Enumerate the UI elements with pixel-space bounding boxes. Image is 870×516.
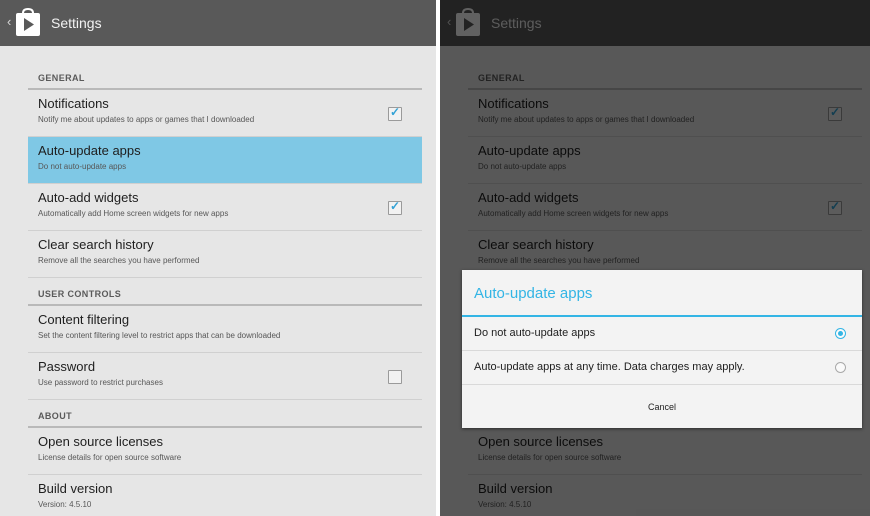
setting-summary: License details for open source software: [38, 453, 182, 462]
setting-summary: Do not auto-update apps: [38, 162, 127, 171]
section-header-about: ABOUT: [28, 400, 422, 428]
auto-update-dialog: Auto-update apps Do not auto-update apps…: [462, 270, 862, 428]
chevron-left-icon[interactable]: ‹: [7, 15, 11, 29]
cancel-button[interactable]: Cancel: [462, 388, 862, 428]
option-label: Auto-update apps at any time. Data charg…: [474, 361, 745, 373]
play-store-icon[interactable]: [14, 8, 42, 37]
radio-button-selected[interactable]: [835, 328, 846, 339]
setting-summary: Notify me about updates to apps or games…: [38, 115, 255, 124]
password-checkbox[interactable]: [388, 370, 402, 384]
setting-title: Content filtering: [38, 312, 130, 327]
dialog-title: Auto-update apps: [462, 270, 862, 317]
action-bar: ‹ Settings: [0, 0, 436, 46]
setting-summary: Automatically add Home screen widgets fo…: [38, 209, 229, 218]
setting-title: Build version: [38, 481, 113, 496]
setting-title: Auto-add widgets: [38, 190, 139, 205]
setting-auto-add-widgets[interactable]: Auto-add widgets Automatically add Home …: [28, 184, 422, 231]
radio-dot-icon: [838, 331, 843, 336]
setting-summary: Remove all the searches you have perform…: [38, 256, 200, 265]
setting-clear-search-history[interactable]: Clear search history Remove all the sear…: [28, 231, 422, 278]
setting-open-source-licenses[interactable]: Open source licenses License details for…: [28, 428, 422, 475]
setting-title: Open source licenses: [38, 434, 164, 449]
dialog-scrim[interactable]: [440, 0, 870, 516]
setting-notifications[interactable]: Notifications Notify me about updates to…: [28, 90, 422, 137]
settings-screen-left: ‹ Settings GENERAL Notifications Notify …: [0, 0, 436, 516]
setting-title: Auto-update apps: [38, 143, 141, 158]
setting-password[interactable]: Password Use password to restrict purcha…: [28, 353, 422, 400]
setting-summary: Set the content filtering level to restr…: [38, 331, 281, 340]
section-header-general: GENERAL: [28, 62, 422, 90]
setting-auto-update-apps[interactable]: Auto-update apps Do not auto-update apps: [28, 137, 422, 184]
setting-summary: Use password to restrict purchases: [38, 378, 163, 387]
checkmark-icon: ✓: [390, 105, 401, 119]
setting-summary: Version: 4.5.10: [38, 500, 92, 509]
dialog-option-do-not-auto-update[interactable]: Do not auto-update apps: [462, 317, 862, 351]
setting-title: Notifications: [38, 96, 109, 111]
auto-add-widgets-checkbox[interactable]: ✓: [388, 199, 402, 215]
checkmark-icon: ✓: [390, 199, 401, 213]
dialog-option-auto-update-any-time[interactable]: Auto-update apps at any time. Data charg…: [462, 351, 862, 385]
page-title: Settings: [51, 15, 102, 31]
settings-list: GENERAL Notifications Notify me about up…: [28, 62, 422, 516]
notifications-checkbox[interactable]: ✓: [388, 105, 402, 121]
settings-screen-right: ‹ Settings GENERAL Notifications Notify …: [440, 0, 870, 516]
setting-title: Clear search history: [38, 237, 154, 252]
option-label: Do not auto-update apps: [474, 327, 596, 339]
section-header-user-controls: USER CONTROLS: [28, 278, 422, 306]
setting-title: Password: [38, 359, 96, 374]
setting-build-version[interactable]: Build version Version: 4.5.10: [28, 475, 422, 516]
radio-button[interactable]: [835, 362, 846, 373]
setting-content-filtering[interactable]: Content filtering Set the content filter…: [28, 306, 422, 353]
